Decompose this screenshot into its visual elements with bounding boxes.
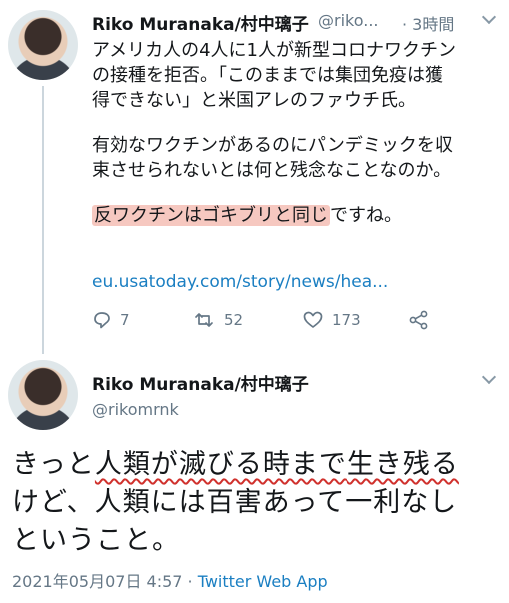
tweet-line: 得できない」と米国アレのファウチ氏。: [92, 90, 416, 111]
retweet-icon: [192, 310, 216, 330]
avatar[interactable]: [8, 10, 78, 80]
tweet-actions: 7 52 173: [92, 310, 442, 334]
tweet-line: 有効なワクチンがあるのにパンデミックを収: [92, 135, 453, 156]
avatar[interactable]: [8, 360, 78, 430]
chevron-down-icon[interactable]: [481, 369, 497, 385]
tweet-line: ということ。: [12, 525, 180, 556]
tweet-line: アメリカ人の4人に1人が新型コロナワクチン: [92, 40, 457, 61]
tweet-line: きっと人類が滅びる時まで生き残る: [12, 449, 459, 480]
retweet-button[interactable]: 52: [192, 310, 243, 330]
like-button[interactable]: 173: [302, 310, 361, 330]
tweet-line: の接種を拒否。「このままでは集団免疫は獲: [92, 65, 443, 86]
tweet-line: けど、人類には百害あって一利なし: [12, 487, 458, 518]
author-name[interactable]: Riko Muranaka/村中璃子: [92, 370, 309, 395]
author-handle[interactable]: @riko...: [318, 11, 378, 30]
source-app[interactable]: Twitter Web App: [198, 572, 328, 591]
share-button[interactable]: [408, 310, 430, 330]
author-handle[interactable]: @rikomrnk: [92, 400, 179, 419]
tweet-time[interactable]: · 3時間: [402, 11, 454, 35]
underlined-text: 生き残る: [346, 449, 459, 480]
chevron-down-icon[interactable]: [481, 9, 497, 25]
reply-count: 7: [120, 311, 130, 329]
retweet-count: 52: [224, 311, 244, 329]
underlined-text: 人類が滅びる時まで: [94, 449, 347, 480]
author-name[interactable]: Riko Muranaka/村中璃子: [92, 10, 309, 35]
tweet-link[interactable]: eu.usatoday.com/story/news/hea...: [92, 272, 388, 292]
heart-icon: [302, 310, 324, 330]
reply-icon: [92, 310, 112, 330]
timestamp[interactable]: 2021年05月07日 4:57 ·: [12, 572, 198, 591]
tweet-text: アメリカ人の4人に1人が新型コロナワクチン の接種を拒否。「このままでは集団免疫…: [92, 38, 502, 228]
thread-line: [42, 86, 44, 354]
tweet-text: きっと人類が滅びる時まで生き残る けど、人類には百害あって一利なし ということ。: [12, 446, 502, 560]
highlighted-text: 反ワクチンはゴキブリと同じ: [92, 205, 330, 226]
tweet-meta: 2021年05月07日 4:57 · Twitter Web App: [12, 568, 328, 592]
like-count: 173: [332, 311, 361, 329]
tweet-line: 反ワクチンはゴキブリと同じ ですね。: [92, 203, 502, 228]
reply-button[interactable]: 7: [92, 310, 130, 330]
share-icon: [408, 310, 430, 330]
tweet-line: 束させられないとは何と残念なことなのか。: [92, 160, 452, 181]
tweet-text-tail: ですね。: [330, 205, 402, 226]
